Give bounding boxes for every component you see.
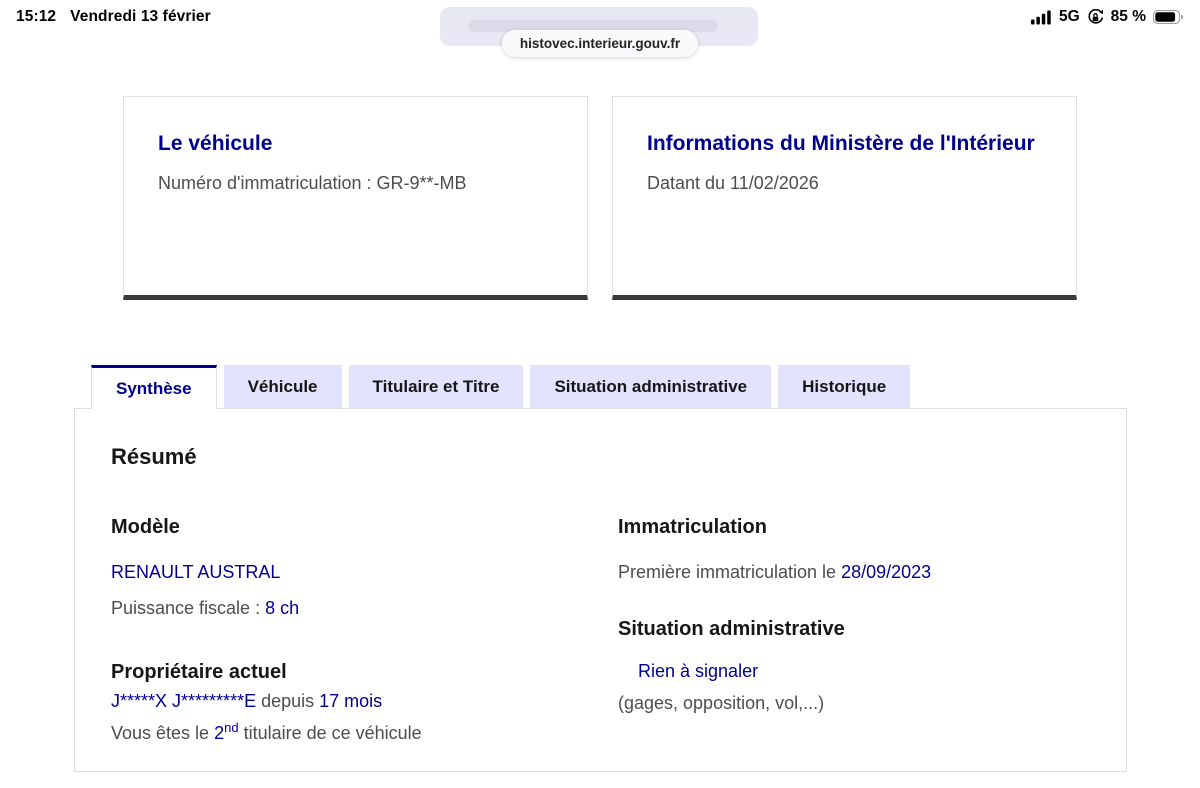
tab-vehicule[interactable]: Véhicule bbox=[223, 365, 342, 408]
synthese-panel: Résumé Modèle RENAULT AUSTRAL Puissance … bbox=[74, 408, 1127, 772]
fiscal-power-value: 8 ch bbox=[265, 598, 300, 619]
orientation-lock-icon bbox=[1087, 8, 1104, 26]
network-type-label: 5G bbox=[1058, 8, 1080, 25]
url-bar[interactable]: histovec.interieur.gouv.fr bbox=[501, 30, 699, 57]
owner-heading: Propriétaire actuel bbox=[111, 661, 287, 684]
vehicle-card: Le véhicule Numéro d'immatriculation : G… bbox=[123, 96, 588, 300]
rank-rest: titulaire de ce véhicule bbox=[238, 722, 422, 743]
model-owner-column: Modèle RENAULT AUSTRAL Puissance fiscale… bbox=[111, 514, 618, 746]
admin-status-note: (gages, opposition, vol,...) bbox=[618, 693, 825, 714]
owner-since-value: 17 mois bbox=[319, 691, 383, 712]
rank-number: 2 bbox=[214, 722, 225, 743]
ministry-card: Informations du Ministère de l'Intérieur… bbox=[612, 96, 1077, 300]
rank-prefix: Vous êtes le bbox=[111, 722, 215, 743]
clock: 15:12 bbox=[16, 8, 57, 25]
signal-bars-icon bbox=[1030, 10, 1052, 25]
battery-icon bbox=[1153, 10, 1184, 24]
vehicle-card-title: Le véhicule bbox=[158, 132, 273, 155]
registration-status-column: Immatriculation Première immatriculation… bbox=[618, 514, 1090, 746]
owner-since-label: depuis bbox=[256, 691, 320, 712]
registration-label: Première immatriculation le bbox=[618, 562, 842, 582]
status-bar-right: 5G 85 % bbox=[1030, 8, 1184, 26]
report-tabs-section: Synthèse Véhicule Titulaire et Titre Sit… bbox=[74, 365, 1127, 772]
registration-line: Première immatriculation le 28/09/2023 bbox=[618, 560, 1090, 585]
tab-situation-administrative[interactable]: Situation administrative bbox=[530, 365, 772, 408]
date: Vendredi 13 février bbox=[70, 8, 211, 25]
owner-line: J*****X J*********E depuis 17 mois bbox=[111, 689, 588, 714]
registration-date: 28/09/2023 bbox=[841, 562, 932, 582]
panel-columns: Modèle RENAULT AUSTRAL Puissance fiscale… bbox=[111, 514, 1090, 746]
tab-titulaire-et-titre[interactable]: Titulaire et Titre bbox=[348, 365, 524, 408]
admin-status-value: Rien à signaler bbox=[638, 661, 759, 682]
owner-rank-line: Vous êtes le 2nd titulaire de ce véhicul… bbox=[111, 721, 588, 746]
ministry-card-subtitle: Datant du 11/02/2026 bbox=[647, 173, 819, 194]
ministry-card-title: Informations du Ministère de l'Intérieur bbox=[647, 132, 1035, 155]
tab-historique[interactable]: Historique bbox=[778, 365, 911, 408]
model-heading: Modèle bbox=[111, 516, 180, 538]
registration-heading: Immatriculation bbox=[618, 516, 767, 538]
panel-title: Résumé bbox=[111, 444, 197, 469]
model-name: RENAULT AUSTRAL bbox=[111, 562, 281, 582]
owner-name: J*****X J*********E bbox=[111, 691, 257, 712]
status-bar: 15:12 Vendredi 13 février 5G 85 % bbox=[0, 0, 1200, 32]
rank-ordinal: nd bbox=[224, 719, 239, 735]
tab-bar: Synthèse Véhicule Titulaire et Titre Sit… bbox=[74, 365, 1127, 409]
vehicle-card-subtitle: Numéro d'immatriculation : GR-9**-MB bbox=[158, 173, 467, 194]
admin-status-heading: Situation administrative bbox=[618, 618, 845, 641]
tab-synthese[interactable]: Synthèse bbox=[91, 365, 217, 409]
fiscal-power-label: Puissance fiscale : bbox=[111, 598, 266, 619]
fiscal-power-line: Puissance fiscale : 8 ch bbox=[111, 596, 588, 621]
battery-percent-label: 85 % bbox=[1110, 8, 1146, 25]
status-bar-left: 15:12 Vendredi 13 février bbox=[16, 8, 211, 26]
header-cards: Le véhicule Numéro d'immatriculation : G… bbox=[123, 96, 1077, 300]
